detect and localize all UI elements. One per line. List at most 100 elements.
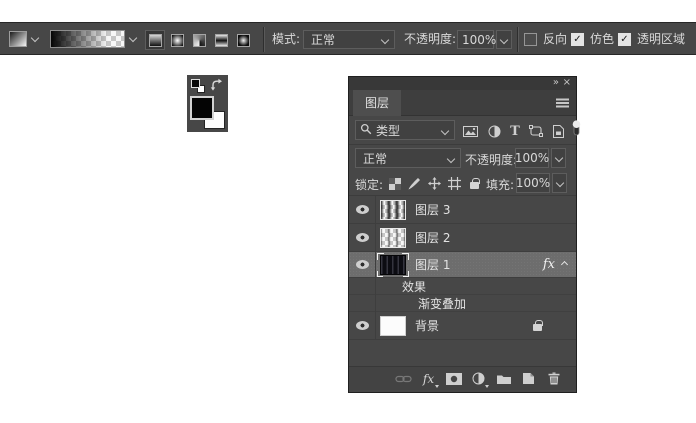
- diamond-gradient-button[interactable]: [233, 30, 253, 50]
- lock-label: 锁定:: [355, 178, 384, 192]
- layer-row[interactable]: 图层 3: [349, 196, 576, 224]
- angle-gradient-button[interactable]: [189, 30, 209, 50]
- layer-filter-row: 类型 T: [349, 116, 580, 145]
- filter-toggle-switch[interactable]: [567, 120, 585, 136]
- color-picker-widget: [187, 75, 228, 132]
- chevron-down-icon: [555, 178, 564, 188]
- blend-mode-select[interactable]: 正常: [355, 148, 461, 168]
- effects-row[interactable]: 效果: [349, 278, 576, 295]
- eye-column-divider: [375, 196, 376, 340]
- filter-image-button[interactable]: [461, 123, 479, 139]
- adjustment-icon: [488, 125, 500, 137]
- new-group-button[interactable]: [495, 370, 512, 387]
- filter-adjustment-button[interactable]: [485, 123, 503, 139]
- new-layer-icon: [523, 373, 534, 384]
- eye-icon: [355, 260, 369, 269]
- filter-type-value: 类型: [376, 123, 401, 138]
- reflected-gradient-button[interactable]: [211, 30, 231, 50]
- panel-opacity-input[interactable]: 100%: [515, 148, 549, 168]
- delete-layer-button[interactable]: [545, 370, 562, 387]
- adjustment-icon: [472, 372, 485, 385]
- dither-checkbox[interactable]: ✓: [571, 33, 584, 46]
- text-icon: T: [510, 123, 520, 139]
- radial-gradient-button[interactable]: [167, 30, 187, 50]
- layer-style-button[interactable]: fx: [420, 370, 439, 388]
- default-foreground-swatch: [191, 79, 200, 88]
- gradient-preview: [51, 31, 124, 47]
- visibility-toggle[interactable]: [349, 224, 375, 251]
- search-icon: [360, 123, 372, 138]
- smart-object-icon: [552, 124, 564, 138]
- blend-mode-row: 正常 不透明度: 100%: [349, 145, 576, 171]
- blend-mode-value: 正常: [363, 151, 388, 166]
- linear-gradient-button[interactable]: [145, 30, 165, 50]
- check-icon: ✓: [573, 34, 582, 45]
- opacity-label: 不透明度:: [404, 32, 457, 46]
- tab-layers[interactable]: 图层: [353, 90, 402, 116]
- diamond-gradient-icon: [236, 33, 250, 47]
- collapse-effects-button[interactable]: [560, 260, 569, 269]
- gradient-picker-chevron-icon[interactable]: [128, 33, 138, 43]
- close-panel-button[interactable]: ×: [563, 76, 571, 89]
- collapse-panel-button[interactable]: »: [553, 76, 559, 89]
- lock-artboard-button[interactable]: [447, 176, 462, 191]
- swap-colors-icon[interactable]: [210, 78, 224, 92]
- filter-smart-object-button[interactable]: [549, 123, 567, 139]
- lock-position-button[interactable]: [427, 176, 442, 191]
- gradient-picker[interactable]: [50, 30, 125, 48]
- eye-icon: [355, 233, 369, 242]
- eye-icon: [355, 205, 369, 214]
- visibility-toggle[interactable]: [349, 196, 375, 223]
- filter-type-select[interactable]: 类型: [355, 120, 455, 140]
- panel-menu-icon[interactable]: [556, 102, 569, 104]
- default-colors-icon[interactable]: [191, 79, 205, 93]
- shape-icon: [529, 125, 543, 137]
- tool-preset-thumbnail[interactable]: [9, 31, 27, 47]
- separator: [517, 27, 518, 52]
- filter-shape-button[interactable]: [527, 123, 545, 139]
- layer-row[interactable]: 图层 2: [349, 224, 576, 252]
- layer-name: 图层 1: [415, 258, 451, 272]
- filter-text-button[interactable]: T: [506, 123, 524, 139]
- layer-thumbnail[interactable]: [377, 252, 409, 277]
- transparency-checkbox[interactable]: ✓: [618, 33, 631, 46]
- lock-icon: [470, 178, 480, 189]
- radial-gradient-icon: [170, 33, 184, 47]
- visibility-toggle[interactable]: [349, 252, 375, 277]
- reflected-gradient-icon: [214, 33, 228, 47]
- lock-transparent-pixels-button[interactable]: [387, 176, 402, 191]
- reverse-checkbox[interactable]: [524, 33, 537, 46]
- foreground-color-swatch[interactable]: [190, 96, 214, 120]
- mode-select[interactable]: 正常: [303, 30, 395, 49]
- opacity-input[interactable]: 100%: [457, 30, 496, 49]
- opacity-chevron-button[interactable]: [496, 30, 512, 49]
- fx-badge: fx: [542, 257, 555, 272]
- adjustment-layer-button[interactable]: [470, 370, 489, 388]
- image-icon: [462, 125, 478, 137]
- link-layers-button[interactable]: [395, 370, 412, 387]
- transparency-checker-icon: [388, 177, 401, 190]
- panel-opacity-chevron-button[interactable]: [551, 148, 566, 168]
- visibility-toggle[interactable]: [349, 312, 375, 339]
- fill-chevron-button[interactable]: [552, 173, 567, 193]
- trash-icon: [548, 372, 559, 385]
- angle-gradient-icon: [192, 33, 206, 47]
- lock-all-button[interactable]: [467, 176, 482, 191]
- fill-input[interactable]: 100%: [516, 173, 550, 193]
- lock-image-pixels-button[interactable]: [407, 176, 422, 191]
- layer-thumbnail[interactable]: [380, 199, 406, 220]
- reverse-label: 反向: [543, 32, 568, 46]
- tool-preset-chevron-icon[interactable]: [30, 33, 40, 43]
- new-layer-button[interactable]: [520, 370, 537, 387]
- add-layer-mask-button[interactable]: [445, 370, 462, 387]
- fill-label: 填充:: [486, 178, 515, 192]
- layer-row-selected[interactable]: 图层 1 fx: [349, 252, 576, 278]
- layer-thumbnail[interactable]: [380, 227, 406, 248]
- artboard-icon: [448, 177, 461, 190]
- layer-thumbnail[interactable]: [380, 315, 406, 336]
- gradient-options-bar: 模式: 正常 不透明度: 100% 反向 ✓ 仿色 ✓ 透明区域: [0, 22, 696, 55]
- layer-row-background[interactable]: 背景: [349, 312, 576, 340]
- gradient-overlay-row[interactable]: 渐变叠加: [349, 295, 576, 312]
- move-icon: [428, 177, 441, 190]
- eye-icon: [355, 321, 369, 330]
